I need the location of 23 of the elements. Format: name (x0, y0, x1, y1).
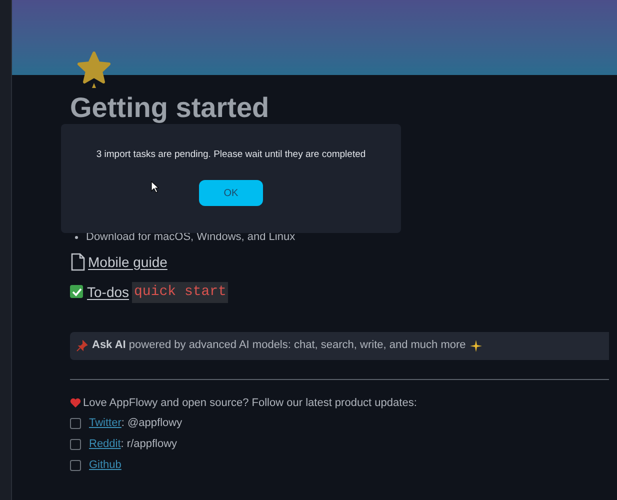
bullet-icon (75, 236, 78, 239)
handle-text: : r/appflowy (120, 437, 178, 452)
heart-icon (70, 398, 81, 408)
social-link[interactable]: Twitter (89, 415, 122, 432)
handle-text: : @appflowy (121, 416, 182, 432)
inline-code: quick start (132, 282, 228, 302)
checkmark-icon (70, 285, 84, 299)
checkbox[interactable] (70, 460, 81, 471)
cursor-icon (151, 181, 159, 193)
ok-button[interactable]: OK (199, 180, 263, 206)
page-title: Getting started (70, 92, 270, 124)
dialog-message: 3 import tasks are pending. Please wait until they are completed (96, 148, 366, 162)
sparkles-icon (470, 340, 482, 352)
todos-link[interactable]: To-dos (87, 282, 130, 302)
pushpin-icon (76, 340, 88, 352)
callout-text: Ask AI powered by advanced AI models: chat, search, write, and much more (92, 338, 466, 354)
mobile-guide-link[interactable]: Mobile guide (88, 252, 168, 272)
checkbox[interactable] (70, 439, 81, 450)
checkbox[interactable] (70, 418, 81, 429)
follow-text: Love AppFlowy and open source? Follow our latest product updates: (83, 396, 417, 410)
file-icon (70, 253, 86, 271)
social-link[interactable]: Reddit (89, 436, 121, 453)
social-link[interactable]: Github (89, 457, 122, 474)
